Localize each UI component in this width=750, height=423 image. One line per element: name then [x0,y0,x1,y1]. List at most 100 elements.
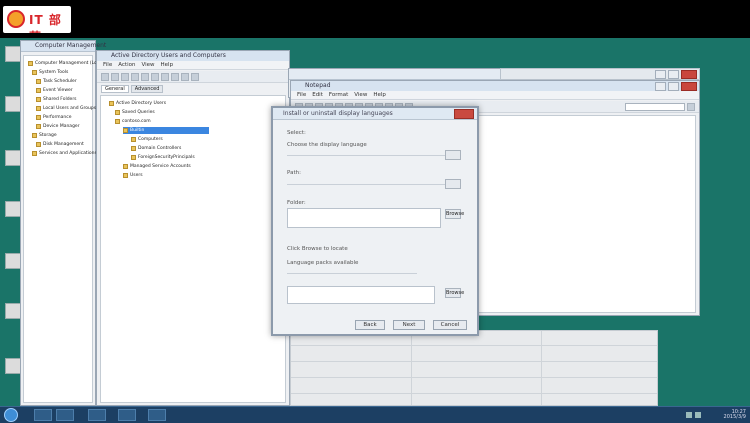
menu-format[interactable]: Format [329,91,348,99]
menu-file[interactable]: File [297,91,306,99]
menu-edit[interactable]: Edit [312,91,323,99]
desktop-icon-folder[interactable] [5,201,21,217]
tree-item[interactable]: Services and Applications [32,150,97,157]
tree-item[interactable]: Users [123,172,143,179]
folder-icon [109,101,114,106]
taskbar-explorer-icon[interactable] [34,409,52,421]
dialog-dropdown-1[interactable] [445,150,461,160]
tree-item[interactable]: contoso.com [115,118,151,125]
secondary-titlebar[interactable] [289,69,501,80]
tree-item[interactable]: Domain Controllers [131,145,181,152]
main-menubar: File Action View Help [97,61,289,70]
minimize-icon[interactable] [655,82,666,91]
dialog-label-choose: Choose the display language [287,142,367,148]
taskbar-mmc-icon[interactable] [88,409,106,421]
dialog-label-packs: Language packs available [287,260,359,266]
next-button[interactable]: Next [393,320,425,330]
cancel-button[interactable]: Cancel [433,320,467,330]
desktop-icon-shortcut-3[interactable] [5,358,21,374]
help-icon[interactable] [161,73,169,81]
refresh-icon[interactable] [141,73,149,81]
tree-item[interactable]: Event Viewer [36,87,73,94]
search-icon[interactable] [687,103,695,111]
close-icon[interactable] [681,70,697,79]
tree-item[interactable]: Shared Folders [36,96,77,103]
editor-title: Notepad [305,82,331,89]
browse-button[interactable]: Browse [445,209,464,219]
taskbar-notepad-icon[interactable] [118,409,136,421]
close-icon[interactable] [681,82,697,91]
search-input[interactable] [625,103,685,111]
export-icon[interactable] [151,73,159,81]
desktop-icon-computer[interactable] [5,46,21,62]
dialog-label-path: Path: [287,170,301,176]
network-icon[interactable] [686,412,692,418]
menu-help[interactable]: Help [161,61,174,69]
main-window[interactable]: Active Directory Users and Computers Fil… [96,50,290,406]
dialog-label-click: Click Browse to locate [287,246,348,252]
volume-icon[interactable] [695,412,701,418]
maximize-icon[interactable] [668,82,679,91]
close-icon[interactable] [454,109,474,119]
taskbar-ie-icon[interactable] [56,409,74,421]
tree-item[interactable]: Managed Service Accounts [123,163,191,170]
back-button[interactable]: Back [355,320,385,330]
tree-item[interactable]: Device Manager [36,123,80,130]
tree-item[interactable]: Performance [36,114,72,121]
tree-item[interactable]: Computers [131,136,163,143]
desktop-icon-network[interactable] [5,96,21,112]
menu-view[interactable]: View [354,91,367,99]
browse-button-2[interactable]: Browse [445,288,464,298]
tab-general[interactable]: General [101,85,129,93]
folder-icon [115,110,120,115]
desktop-icon-shortcut[interactable] [5,253,21,269]
main-tree[interactable]: Active Directory Users Saved Queries con… [100,95,286,403]
tree-item[interactable]: Saved Queries [115,109,155,116]
dialog-dropdown-2[interactable] [445,179,461,189]
properties-icon[interactable] [131,73,139,81]
folder-icon [32,151,37,156]
packs-field[interactable] [287,286,435,304]
user-icon[interactable] [171,73,179,81]
folder-icon [131,155,136,160]
forward-icon[interactable] [111,73,119,81]
taskbar-window-icon[interactable] [148,409,166,421]
menu-file[interactable]: File [103,61,112,69]
minimize-icon[interactable] [655,70,666,79]
top-band [0,0,750,38]
tree-item[interactable]: Disk Management [36,141,84,148]
clock[interactable]: 10:27 2015/3/9 [724,410,746,420]
maximize-icon[interactable] [668,70,679,79]
start-button[interactable] [4,408,18,422]
filter-icon[interactable] [191,73,199,81]
desktop-icon-shortcut-2[interactable] [5,303,21,319]
group-icon[interactable] [181,73,189,81]
tree-item[interactable]: Task Scheduler [36,78,77,85]
tree-item[interactable]: ForeignSecurityPrincipals [131,154,195,161]
background-window-titlebar[interactable] [500,68,700,80]
back-icon[interactable] [101,73,109,81]
clock-date: 2015/3/9 [723,414,746,420]
up-icon[interactable] [121,73,129,81]
main-tabs: General Advanced [101,85,164,93]
dialog-titlebar[interactable]: Install or uninstall display languages [273,108,477,120]
tree-item-selected[interactable]: Builtin [123,127,209,134]
explorer-titlebar[interactable]: Computer Management [21,41,106,52]
system-tray: 10:27 2015/3/9 [686,409,746,421]
menu-help[interactable]: Help [373,91,386,99]
tree-item[interactable]: Active Directory Users [109,100,166,107]
dialog[interactable]: Install or uninstall display languages S… [271,106,479,336]
desktop-icon-recycle-bin[interactable] [5,150,21,166]
editor-menubar: File Edit Format View Help [291,91,699,100]
tree-item[interactable]: Storage [32,132,57,139]
tree-item[interactable]: System Tools [32,69,68,76]
menu-view[interactable]: View [141,61,154,69]
tab-advanced[interactable]: Advanced [130,85,164,93]
folder-path-field[interactable] [287,208,441,228]
folder-icon [32,133,37,138]
explorer-tree[interactable]: Computer Management (Local) System Tools… [23,55,105,403]
explorer-window[interactable]: Computer Management Computer Management … [20,40,106,406]
menu-action[interactable]: Action [118,61,135,69]
tree-item[interactable]: Computer Management (Local) [28,60,105,67]
tree-item[interactable]: Local Users and Groups [36,105,96,112]
